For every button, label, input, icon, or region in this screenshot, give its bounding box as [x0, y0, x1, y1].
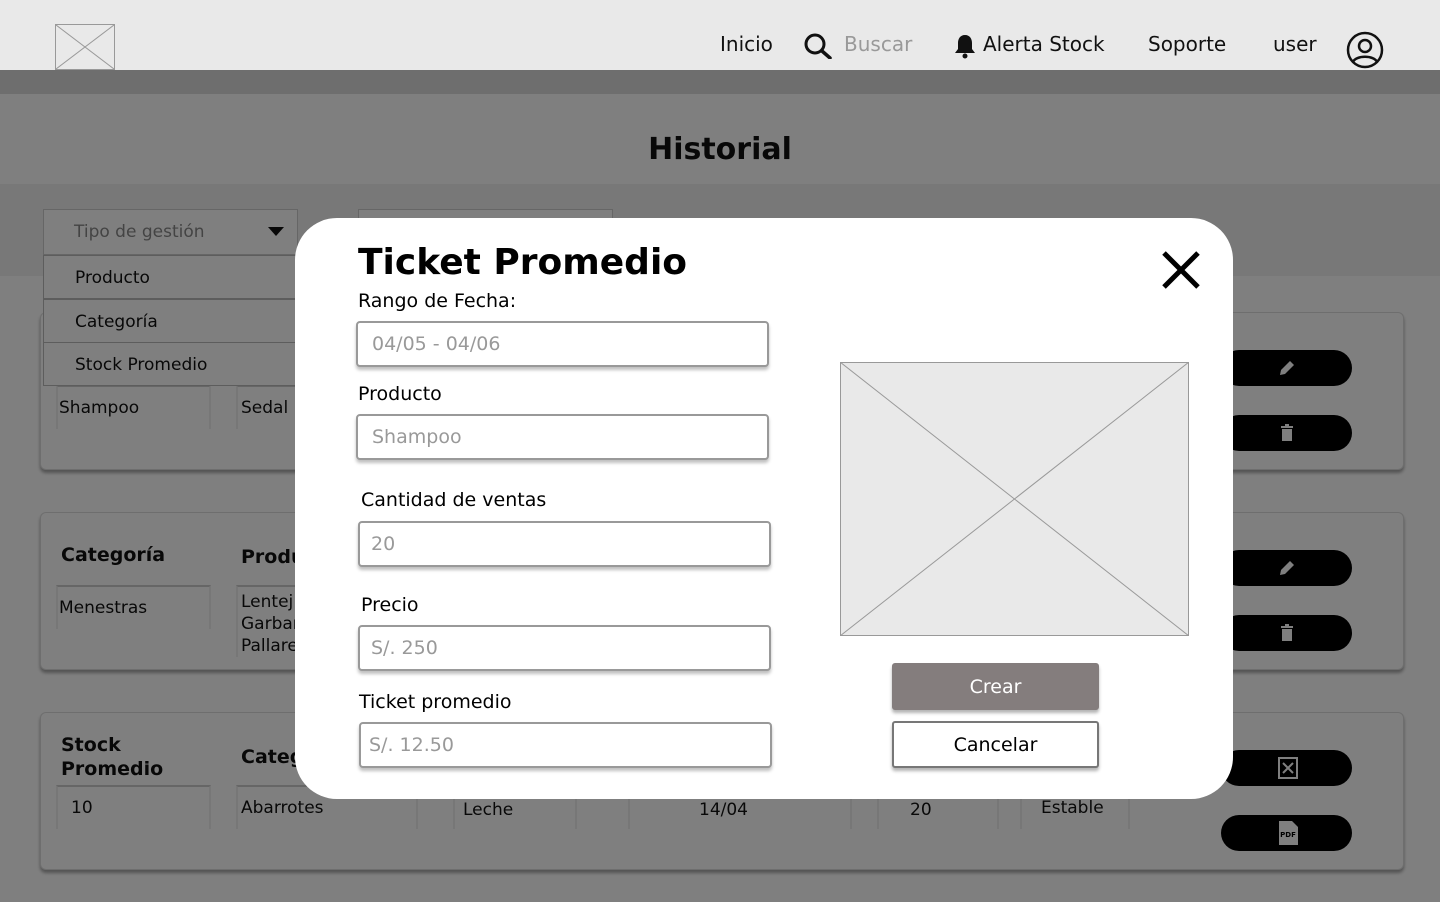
- search-input[interactable]: Buscar: [844, 32, 912, 56]
- average-ticket-label: Ticket promedio: [359, 691, 512, 713]
- sales-quantity-input[interactable]: [358, 521, 771, 567]
- price-label: Precio: [361, 594, 419, 616]
- nav-inicio-link[interactable]: Inicio: [720, 32, 773, 56]
- logo-placeholder-image: [55, 24, 115, 70]
- bell-icon[interactable]: [953, 33, 977, 59]
- date-range-label: Rango de Fecha:: [358, 290, 517, 312]
- product-input[interactable]: [356, 414, 769, 460]
- sales-quantity-label: Cantidad de ventas: [361, 489, 547, 511]
- user-avatar-icon[interactable]: [1346, 31, 1384, 69]
- nav-soporte-link[interactable]: Soporte: [1148, 32, 1226, 56]
- logo-image-icon: [55, 24, 115, 70]
- price-input[interactable]: [358, 625, 771, 671]
- image-placeholder-icon: [840, 362, 1189, 636]
- nav-alerta-stock-link[interactable]: Alerta Stock: [983, 32, 1105, 56]
- cancel-button[interactable]: Cancelar: [892, 721, 1099, 768]
- product-label: Producto: [358, 383, 442, 405]
- ticket-promedio-modal: Ticket Promedio Rango de Fecha: Producto…: [295, 218, 1233, 799]
- date-range-input[interactable]: [356, 321, 769, 367]
- modal-title: Ticket Promedio: [358, 242, 688, 283]
- create-button[interactable]: Crear: [892, 663, 1099, 710]
- user-name[interactable]: user: [1273, 32, 1317, 56]
- close-icon[interactable]: [1159, 248, 1203, 292]
- average-ticket-input[interactable]: [359, 722, 772, 768]
- search-icon[interactable]: [803, 33, 833, 59]
- app-header: Inicio Buscar Alerta Stock Soporte user: [0, 0, 1440, 70]
